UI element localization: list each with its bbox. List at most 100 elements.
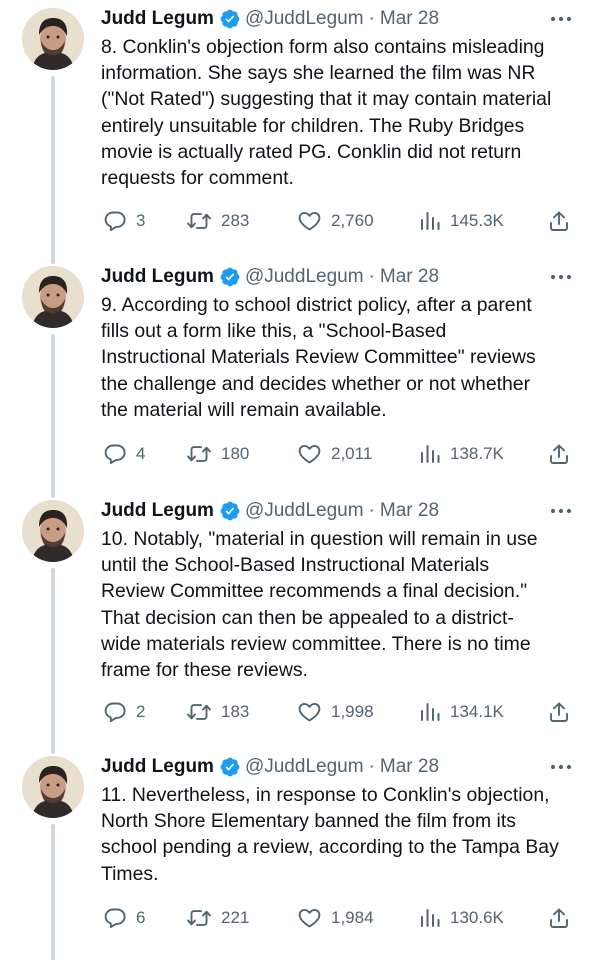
author-avatar[interactable]	[22, 8, 84, 70]
author-name[interactable]: Judd Legum	[101, 756, 214, 778]
retweet-button[interactable]: 221	[186, 904, 249, 932]
like-button[interactable]: 2,760	[297, 207, 374, 235]
verified-badge-icon	[219, 8, 241, 30]
retweet-button[interactable]: 283	[186, 207, 249, 235]
thread-line	[51, 334, 55, 498]
tweet[interactable]: Judd Legum @JuddLegum · Mar 28 9. Accord…	[0, 258, 594, 498]
reply-count: 4	[136, 444, 146, 463]
share-icon	[550, 702, 568, 722]
reply-count: 3	[136, 211, 146, 230]
tweet-text: 8. Conklin's objection form also contain…	[101, 34, 579, 191]
tweet-text-line: 8. Conklin's objection form also contain…	[101, 36, 545, 58]
retweet-icon	[187, 213, 211, 229]
like-icon	[298, 211, 321, 231]
view-count: 145.3K	[450, 211, 504, 230]
tweet-text-line: the material will remain available.	[101, 398, 387, 421]
author-name[interactable]: Judd Legum	[101, 266, 214, 288]
share-button[interactable]	[547, 904, 571, 932]
tweet-header: Judd Legum @JuddLegum · Mar 28	[101, 6, 574, 32]
reply-button[interactable]: 4	[103, 440, 145, 468]
author-handle[interactable]: @JuddLegum	[245, 8, 364, 30]
separator-dot: ·	[368, 756, 375, 777]
views-button[interactable]: 134.1K	[419, 698, 504, 726]
retweet-count: 221	[221, 908, 250, 927]
views-button[interactable]: 138.7K	[419, 440, 504, 468]
author-handle[interactable]: @JuddLegum	[245, 500, 364, 522]
separator-dot: ·	[368, 500, 375, 521]
share-button[interactable]	[547, 698, 571, 726]
like-button[interactable]: 2,011	[297, 440, 372, 468]
tweet[interactable]: Judd Legum @JuddLegum · Mar 28 11. Never…	[0, 748, 594, 960]
tweet-date[interactable]: Mar 28	[380, 8, 439, 30]
author-avatar[interactable]	[22, 756, 84, 818]
reply-button[interactable]: 2	[103, 698, 145, 726]
thread-line	[51, 824, 55, 960]
views-button[interactable]: 145.3K	[419, 207, 504, 235]
retweet-count: 180	[221, 444, 250, 463]
retweet-button[interactable]: 183	[186, 698, 249, 726]
tweet-date[interactable]: Mar 28	[380, 500, 439, 522]
view-count: 138.7K	[450, 444, 504, 463]
tweet-text-line: information. She says she learned the fi…	[101, 62, 536, 85]
tweet-text-line: school pending a review, according to th…	[101, 836, 559, 859]
author-avatar[interactable]	[22, 266, 84, 328]
share-button[interactable]	[547, 440, 571, 468]
tweet-actions: 4 180 2,011 138.7K	[101, 440, 581, 468]
reply-button[interactable]: 3	[103, 207, 145, 235]
retweet-icon	[187, 910, 211, 926]
author-name[interactable]: Judd Legum	[101, 500, 214, 522]
tweet-header: Judd Legum @JuddLegum · Mar 28	[101, 754, 574, 780]
author-avatar[interactable]	[22, 500, 84, 562]
separator-dot: ·	[368, 8, 375, 29]
avatar-photo-icon	[22, 266, 84, 328]
views-icon	[421, 703, 440, 721]
verified-badge-icon	[219, 266, 241, 288]
retweet-icon	[187, 446, 211, 462]
tweet-text-line: requests for comment.	[101, 167, 294, 190]
tweet-text: 11. Nevertheless, in response to Conklin…	[101, 782, 579, 887]
view-count: 130.6K	[450, 908, 504, 927]
author-name[interactable]: Judd Legum	[101, 8, 214, 30]
tweet-text-line: movie is actually rated PG. Conklin did …	[101, 140, 522, 163]
tweet-text: 9. According to school district policy, …	[101, 292, 579, 423]
tweet-date[interactable]: Mar 28	[380, 756, 439, 778]
tweet[interactable]: Judd Legum @JuddLegum · Mar 28 10. Notab…	[0, 492, 594, 754]
retweet-button[interactable]: 180	[186, 440, 249, 468]
tweet-text-line: 11. Nevertheless, in response to Conklin…	[101, 784, 550, 806]
view-count: 134.1K	[450, 702, 504, 721]
more-options-icon[interactable]	[548, 266, 574, 288]
avatar-photo-icon	[22, 500, 84, 562]
tweet[interactable]: Judd Legum @JuddLegum · Mar 28 8. Conkli…	[0, 0, 594, 264]
views-icon	[421, 212, 440, 230]
tweet-text-line: wide materials review committee. There i…	[101, 632, 531, 655]
more-options-icon[interactable]	[548, 756, 574, 778]
avatar-photo-icon	[22, 8, 84, 70]
verified-badge-icon	[219, 500, 241, 522]
tweet-date[interactable]: Mar 28	[380, 266, 439, 288]
like-count: 1,998	[331, 702, 374, 721]
tweet-text-line: ("Not Rated") suggesting that it may con…	[101, 88, 552, 111]
retweet-count: 283	[221, 211, 250, 230]
like-button[interactable]: 1,984	[297, 904, 374, 932]
more-options-icon[interactable]	[548, 8, 574, 30]
views-icon	[421, 909, 440, 927]
thread-line	[51, 568, 55, 754]
author-handle[interactable]: @JuddLegum	[245, 266, 364, 288]
tweet-text-line: 9. According to school district policy, …	[101, 294, 532, 316]
like-button[interactable]: 1,998	[297, 698, 374, 726]
tweet-text-line: 10. Notably, "material in question will …	[101, 528, 538, 550]
tweet-text-line: the challenge and decides whether or not…	[101, 372, 531, 395]
tweet-text-line: Instructional Materials Review Committee…	[101, 346, 536, 369]
more-options-icon[interactable]	[548, 500, 574, 522]
tweet-actions: 3 283 2,760 145.3K	[101, 207, 581, 235]
tweet-text-line: Times.	[101, 862, 159, 885]
reply-button[interactable]: 6	[103, 904, 145, 932]
author-handle[interactable]: @JuddLegum	[245, 756, 364, 778]
like-count: 1,984	[331, 908, 374, 927]
reply-icon	[104, 211, 126, 232]
share-icon	[550, 444, 568, 464]
views-button[interactable]: 130.6K	[419, 904, 504, 932]
avatar-photo-icon	[22, 756, 84, 818]
tweet-actions: 6 221 1,984 130.6K	[101, 904, 581, 932]
share-button[interactable]	[547, 207, 571, 235]
